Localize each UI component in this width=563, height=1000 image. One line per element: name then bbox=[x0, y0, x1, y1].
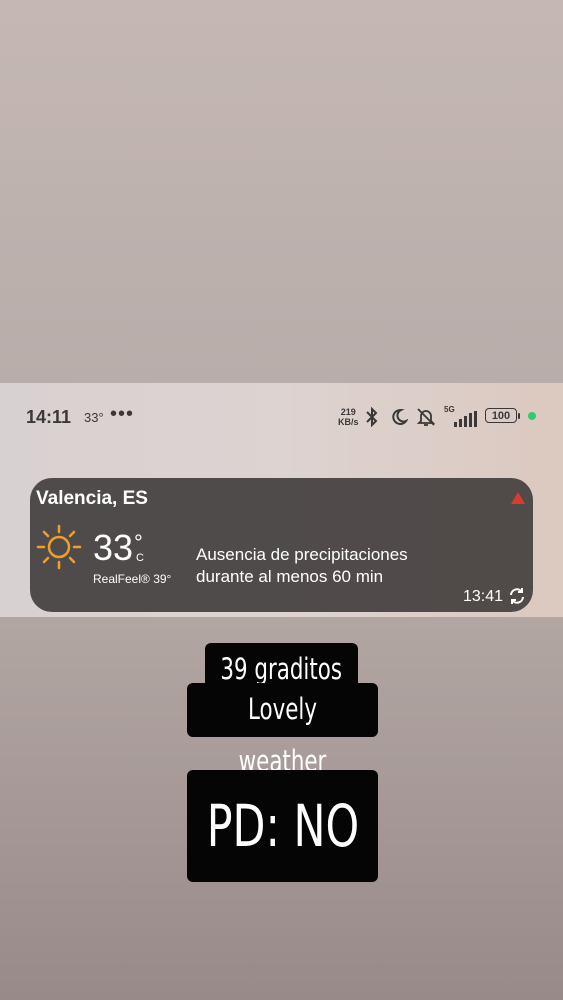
battery-icon: 100 bbox=[485, 408, 517, 423]
story-background bbox=[0, 0, 563, 383]
more-icon: ••• bbox=[110, 403, 135, 425]
network-speed: 219 KB/s bbox=[338, 407, 359, 427]
precip-line-1: Ausencia de precipitaciones bbox=[196, 545, 408, 564]
caption-text-3: PD: NO bbox=[206, 792, 359, 860]
updated-time: 13:41 bbox=[462, 588, 503, 605]
temperature-unit: C bbox=[136, 552, 144, 564]
precipitation-forecast: Ausencia de precipitaciones durante al m… bbox=[196, 544, 408, 588]
privacy-indicator bbox=[528, 412, 536, 420]
caption-line-3: PD: NO bbox=[187, 770, 378, 882]
sun-icon bbox=[36, 524, 82, 570]
warning-icon[interactable] bbox=[511, 492, 525, 504]
status-time: 14:11 bbox=[26, 407, 72, 427]
battery-tip bbox=[518, 413, 520, 419]
screenshot-embed: 14:11 33° ••• 219 KB/s 5G 100 Valencia, … bbox=[0, 383, 563, 617]
moon-icon bbox=[390, 407, 409, 432]
status-bar: 14:11 33° ••• 219 KB/s 5G 100 bbox=[0, 403, 563, 433]
precip-line-2: durante al menos 60 min bbox=[196, 567, 384, 586]
city-name: Valencia, ES bbox=[36, 488, 148, 509]
speed-value: 219 bbox=[340, 407, 356, 417]
caption-line-2: Lovely weather bbox=[187, 683, 378, 778]
signal-icon: 5G bbox=[444, 405, 478, 427]
speed-unit: KB/s bbox=[338, 417, 359, 427]
bluetooth-icon bbox=[364, 406, 380, 432]
status-temperature: 33° bbox=[84, 410, 104, 425]
current-temperature: 33 bbox=[93, 527, 134, 568]
bell-off-icon bbox=[416, 407, 436, 432]
weather-widget[interactable]: Valencia, ES 33 ° C RealFeel® 39° Ausenc… bbox=[30, 478, 533, 612]
refresh-icon[interactable] bbox=[507, 586, 527, 606]
realfeel-value: RealFeel® 39° bbox=[93, 572, 172, 586]
